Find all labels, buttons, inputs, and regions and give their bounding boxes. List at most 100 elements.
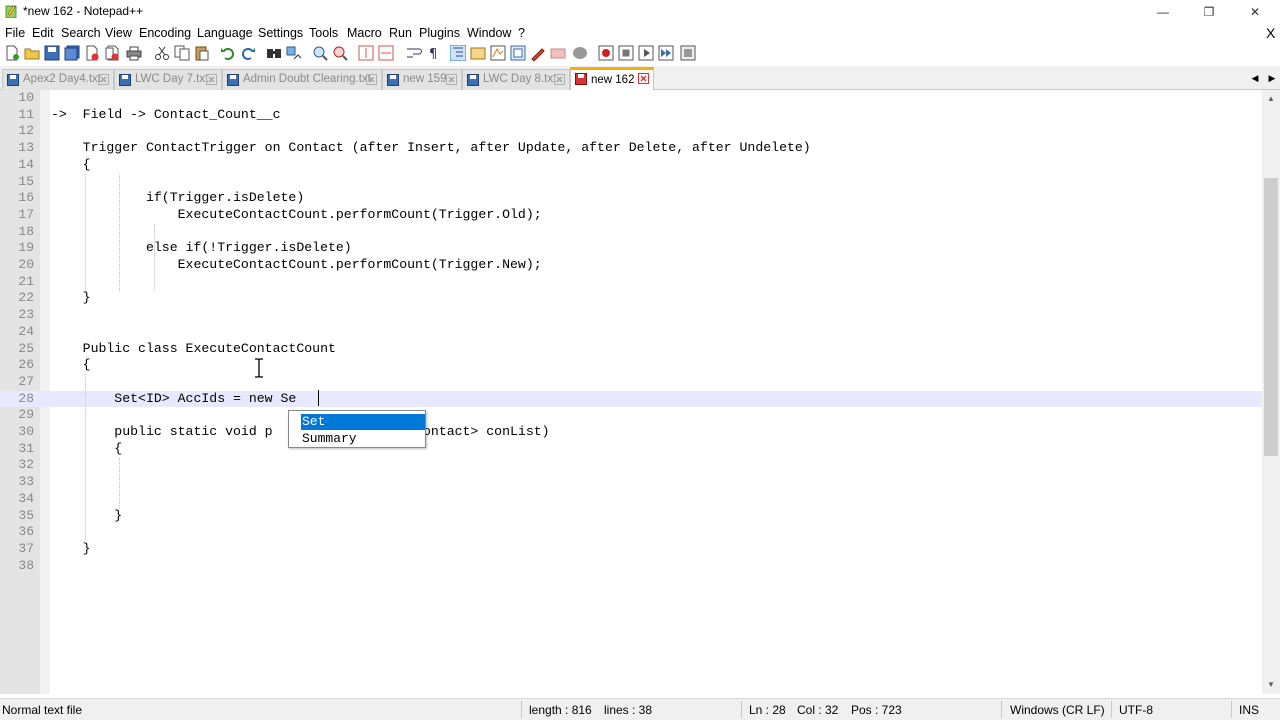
- new-file-icon[interactable]: [4, 45, 20, 61]
- restore-button[interactable]: ❐: [1186, 0, 1232, 24]
- find-icon[interactable]: [266, 45, 282, 61]
- tab-close-icon[interactable]: [638, 73, 649, 84]
- code-line[interactable]: 32: [0, 457, 1262, 474]
- code-line[interactable]: 17 ExecuteContactCount.performCount(Trig…: [0, 207, 1262, 224]
- code-text[interactable]: -> Field -> Contact_Count__c: [51, 107, 281, 124]
- folder-workspace-icon[interactable]: [530, 45, 546, 61]
- close-icon[interactable]: [84, 45, 100, 61]
- close-all-icon[interactable]: [104, 45, 120, 61]
- show-all-chars-icon[interactable]: ¶: [426, 45, 442, 61]
- save-icon[interactable]: [44, 45, 60, 61]
- monitoring-icon[interactable]: [550, 45, 566, 61]
- code-line[interactable]: 21: [0, 274, 1262, 291]
- copy-icon[interactable]: [174, 45, 190, 61]
- code-line[interactable]: 37 }: [0, 541, 1262, 558]
- menu-tools[interactable]: Tools: [309, 26, 338, 40]
- autocomplete-item-summary[interactable]: Summary: [301, 431, 425, 447]
- menu-settings[interactable]: Settings: [258, 26, 303, 40]
- scroll-down-icon[interactable]: ▼: [1262, 678, 1280, 692]
- code-line[interactable]: 10: [0, 90, 1262, 107]
- code-text[interactable]: ExecuteContactCount.performCount(Trigger…: [51, 207, 542, 224]
- tab-close-icon[interactable]: [446, 74, 457, 85]
- code-text[interactable]: else if(!Trigger.isDelete): [51, 240, 352, 257]
- code-text[interactable]: ExecuteContactCount.performCount(Trigger…: [51, 257, 542, 274]
- close-document-button[interactable]: X: [1266, 25, 1275, 41]
- code-line[interactable]: 22 }: [0, 290, 1262, 307]
- open-file-icon[interactable]: [24, 45, 40, 61]
- code-text[interactable]: {: [51, 157, 91, 174]
- code-line[interactable]: 38: [0, 558, 1262, 575]
- zoom-out-icon[interactable]: [332, 45, 348, 61]
- tab-close-icon[interactable]: [206, 74, 217, 85]
- menu-edit[interactable]: Edit: [32, 26, 54, 40]
- tab-close-icon[interactable]: [554, 74, 565, 85]
- code-line[interactable]: 26 {: [0, 357, 1262, 374]
- tab-apex2-day4[interactable]: Apex2 Day4.txt: [2, 69, 114, 90]
- tab-scroll-left-icon[interactable]: ◀: [1249, 71, 1261, 85]
- autocomplete-item-set[interactable]: Set: [301, 414, 425, 430]
- code-line[interactable]: 34: [0, 491, 1262, 508]
- function-list-icon[interactable]: [510, 45, 526, 61]
- code-line[interactable]: 27: [0, 374, 1262, 391]
- menu-search[interactable]: Search: [61, 26, 101, 40]
- menu-encoding[interactable]: Encoding: [139, 26, 191, 40]
- editor-area[interactable]: 10 11 -> Field -> Contact_Count__c 12 13 Tri…: [0, 90, 1262, 694]
- menu-language[interactable]: Language: [197, 26, 253, 40]
- code-text[interactable]: Public class ExecuteContactCount: [51, 341, 336, 358]
- tab-scroll-right-icon[interactable]: ▶: [1266, 71, 1278, 85]
- code-line[interactable]: 30 public static void p t<Contact> conLi…: [0, 424, 1262, 441]
- menu-file[interactable]: File: [5, 26, 25, 40]
- scroll-up-icon[interactable]: ▲: [1262, 92, 1280, 106]
- stop-macro-icon[interactable]: [618, 45, 634, 61]
- udl-icon[interactable]: [470, 45, 486, 61]
- tab-lwc-day-8[interactable]: LWC Day 8.txt: [462, 69, 570, 90]
- code-line[interactable]: 12: [0, 123, 1262, 140]
- code-line[interactable]: 14 {: [0, 157, 1262, 174]
- vertical-scrollbar[interactable]: ▲ ▼: [1262, 90, 1280, 694]
- code-line[interactable]: 16 if(Trigger.isDelete): [0, 190, 1262, 207]
- monitoring-eye-icon[interactable]: [572, 45, 588, 61]
- record-macro-icon[interactable]: [598, 45, 614, 61]
- code-line[interactable]: 11 -> Field -> Contact_Count__c: [0, 107, 1262, 124]
- minimize-button[interactable]: —: [1140, 0, 1186, 24]
- menu-window[interactable]: Window: [467, 26, 511, 40]
- doc-map-icon[interactable]: [490, 45, 506, 61]
- code-line[interactable]: 29: [0, 407, 1262, 424]
- code-text[interactable]: if(Trigger.isDelete): [51, 190, 304, 207]
- code-line[interactable]: 25 Public class ExecuteContactCount: [0, 341, 1262, 358]
- cut-icon[interactable]: [154, 45, 170, 61]
- menu-macro[interactable]: Macro: [347, 26, 382, 40]
- sync-horizontal-icon[interactable]: [378, 45, 394, 61]
- redo-icon[interactable]: [240, 45, 256, 61]
- tab-close-icon[interactable]: [366, 74, 377, 85]
- indent-guide-icon[interactable]: [450, 45, 466, 61]
- autocomplete-popup[interactable]: Set Summary: [288, 410, 426, 448]
- code-line[interactable]: 24: [0, 324, 1262, 341]
- run-macro-multiple-icon[interactable]: [658, 45, 674, 61]
- scrollbar-thumb[interactable]: [1264, 178, 1278, 456]
- print-icon[interactable]: [126, 45, 142, 61]
- undo-icon[interactable]: [220, 45, 236, 61]
- code-text[interactable]: Trigger ContactTrigger on Contact (after…: [51, 140, 811, 157]
- code-text[interactable]: }: [51, 508, 122, 525]
- paste-icon[interactable]: [194, 45, 210, 61]
- menu-help[interactable]: ?: [518, 26, 525, 40]
- tab-new-159[interactable]: new 159: [382, 69, 462, 90]
- tab-new-162[interactable]: new 162: [570, 67, 654, 90]
- save-all-icon[interactable]: [64, 45, 80, 61]
- code-line[interactable]: 36: [0, 524, 1262, 541]
- play-macro-icon[interactable]: [638, 45, 654, 61]
- code-text[interactable]: }: [51, 541, 91, 558]
- code-line[interactable]: 35 }: [0, 508, 1262, 525]
- menu-run[interactable]: Run: [389, 26, 412, 40]
- code-text[interactable]: {: [51, 357, 91, 374]
- tab-admin-doubt-clearing[interactable]: Admin Doubt Clearing.txt: [222, 69, 382, 90]
- code-text[interactable]: {: [51, 441, 122, 458]
- sync-vertical-icon[interactable]: [358, 45, 374, 61]
- close-window-button[interactable]: ✕: [1232, 0, 1278, 24]
- code-line[interactable]: 19 else if(!Trigger.isDelete): [0, 240, 1262, 257]
- menu-plugins[interactable]: Plugins: [419, 26, 460, 40]
- code-line[interactable]: 15: [0, 174, 1262, 191]
- menu-view[interactable]: View: [105, 26, 132, 40]
- code-line[interactable]: 31 {: [0, 441, 1262, 458]
